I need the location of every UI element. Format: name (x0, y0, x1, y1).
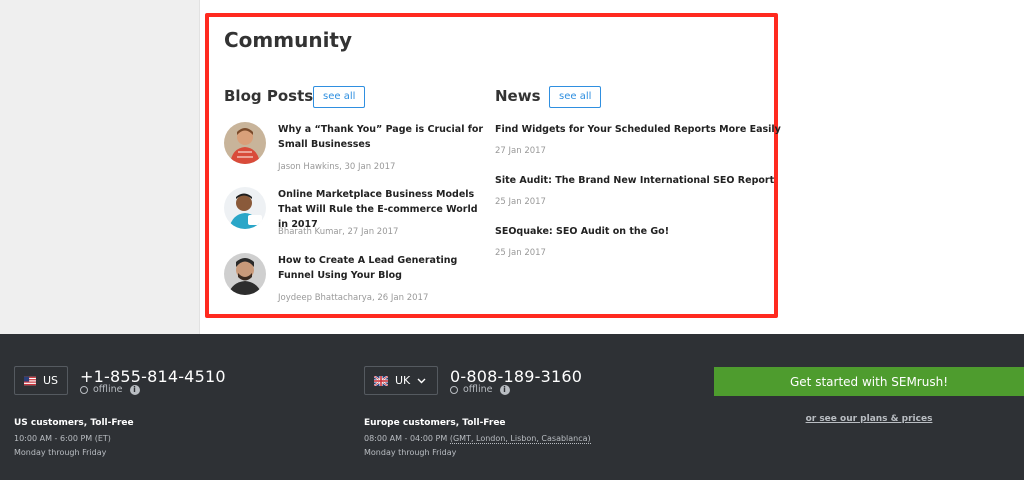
news-item-date: 25 Jan 2017 (495, 248, 546, 258)
blog-posts-heading: Blog Posts (224, 87, 314, 105)
left-gutter (0, 0, 200, 334)
news-see-all-button[interactable]: see all (549, 86, 602, 108)
get-started-button[interactable]: Get started with SEMrush! (714, 367, 1024, 396)
blog-post-meta: Jason Hawkins, 30 Jan 2017 (278, 162, 396, 172)
news-item-date: 25 Jan 2017 (495, 197, 546, 207)
news-heading: News (495, 87, 541, 105)
news-item-title[interactable]: Site Audit: The Brand New International … (495, 174, 774, 188)
footer: US +1-855-814-4510 offline i US customer… (0, 334, 1024, 480)
author-avatar (224, 122, 266, 164)
plans-prices-link[interactable]: or see our plans & prices (714, 414, 1024, 424)
blog-post-title[interactable]: How to Create A Lead Generating Funnel U… (278, 253, 484, 283)
uk-country-select[interactable]: UK (364, 366, 438, 395)
news-item[interactable]: Site Audit: The Brand New International … (495, 174, 774, 207)
blog-post-item[interactable]: How to Create A Lead Generating Funnel U… (224, 253, 484, 305)
news-item[interactable]: Find Widgets for Your Scheduled Reports … (495, 123, 781, 156)
blog-post-item[interactable]: Why a “Thank You” Page is Crucial for Sm… (224, 122, 484, 172)
us-days: Monday through Friday (14, 448, 107, 457)
news-item-date: 27 Jan 2017 (495, 146, 546, 156)
us-status-text: offline (93, 384, 123, 395)
uk-timezone: (GMT, London, Lisbon, Casablanca) (449, 434, 591, 444)
uk-flag-icon (374, 375, 388, 386)
uk-hours-text: 08:00 AM - 04:00 PM (364, 434, 448, 443)
author-avatar (224, 253, 266, 295)
offline-dot-icon (450, 385, 458, 394)
blog-see-all-button[interactable]: see all (313, 86, 366, 108)
us-status: offline i (80, 384, 140, 395)
uk-hours: 08:00 AM - 04:00 PM (GMT, London, Lisbon… (364, 434, 591, 444)
info-icon[interactable]: i (129, 384, 140, 395)
uk-region-label: Europe customers, Toll-Free (364, 418, 506, 428)
blog-post-meta: Joydeep Bhattacharya, 26 Jan 2017 (278, 293, 429, 303)
us-country-select[interactable]: US (14, 366, 68, 395)
us-flag-icon (24, 376, 36, 385)
author-avatar (224, 187, 266, 229)
news-item-title[interactable]: Find Widgets for Your Scheduled Reports … (495, 123, 781, 137)
news-item-title[interactable]: SEOquake: SEO Audit on the Go! (495, 225, 765, 239)
blog-post-meta: Bharath Kumar, 27 Jan 2017 (278, 227, 399, 237)
community-title: Community (224, 28, 353, 52)
us-hours: 10:00 AM - 6:00 PM (ET) (14, 434, 111, 443)
uk-country-label: UK (395, 374, 411, 387)
info-icon[interactable]: i (499, 384, 510, 395)
uk-days: Monday through Friday (364, 448, 457, 457)
blog-post-title[interactable]: Why a “Thank You” Page is Crucial for Sm… (278, 122, 484, 152)
us-country-label: US (42, 374, 58, 387)
us-region-label: US customers, Toll-Free (14, 418, 134, 428)
chevron-down-icon (417, 378, 426, 383)
blog-post-item[interactable]: Online Marketplace Business Models That … (224, 187, 484, 239)
blog-post-title[interactable]: Online Marketplace Business Models That … (278, 187, 484, 232)
offline-dot-icon (80, 385, 88, 394)
uk-status: offline i (450, 384, 510, 395)
uk-status-text: offline (463, 384, 493, 395)
news-item[interactable]: SEOquake: SEO Audit on the Go! 25 Jan 20… (495, 225, 765, 258)
